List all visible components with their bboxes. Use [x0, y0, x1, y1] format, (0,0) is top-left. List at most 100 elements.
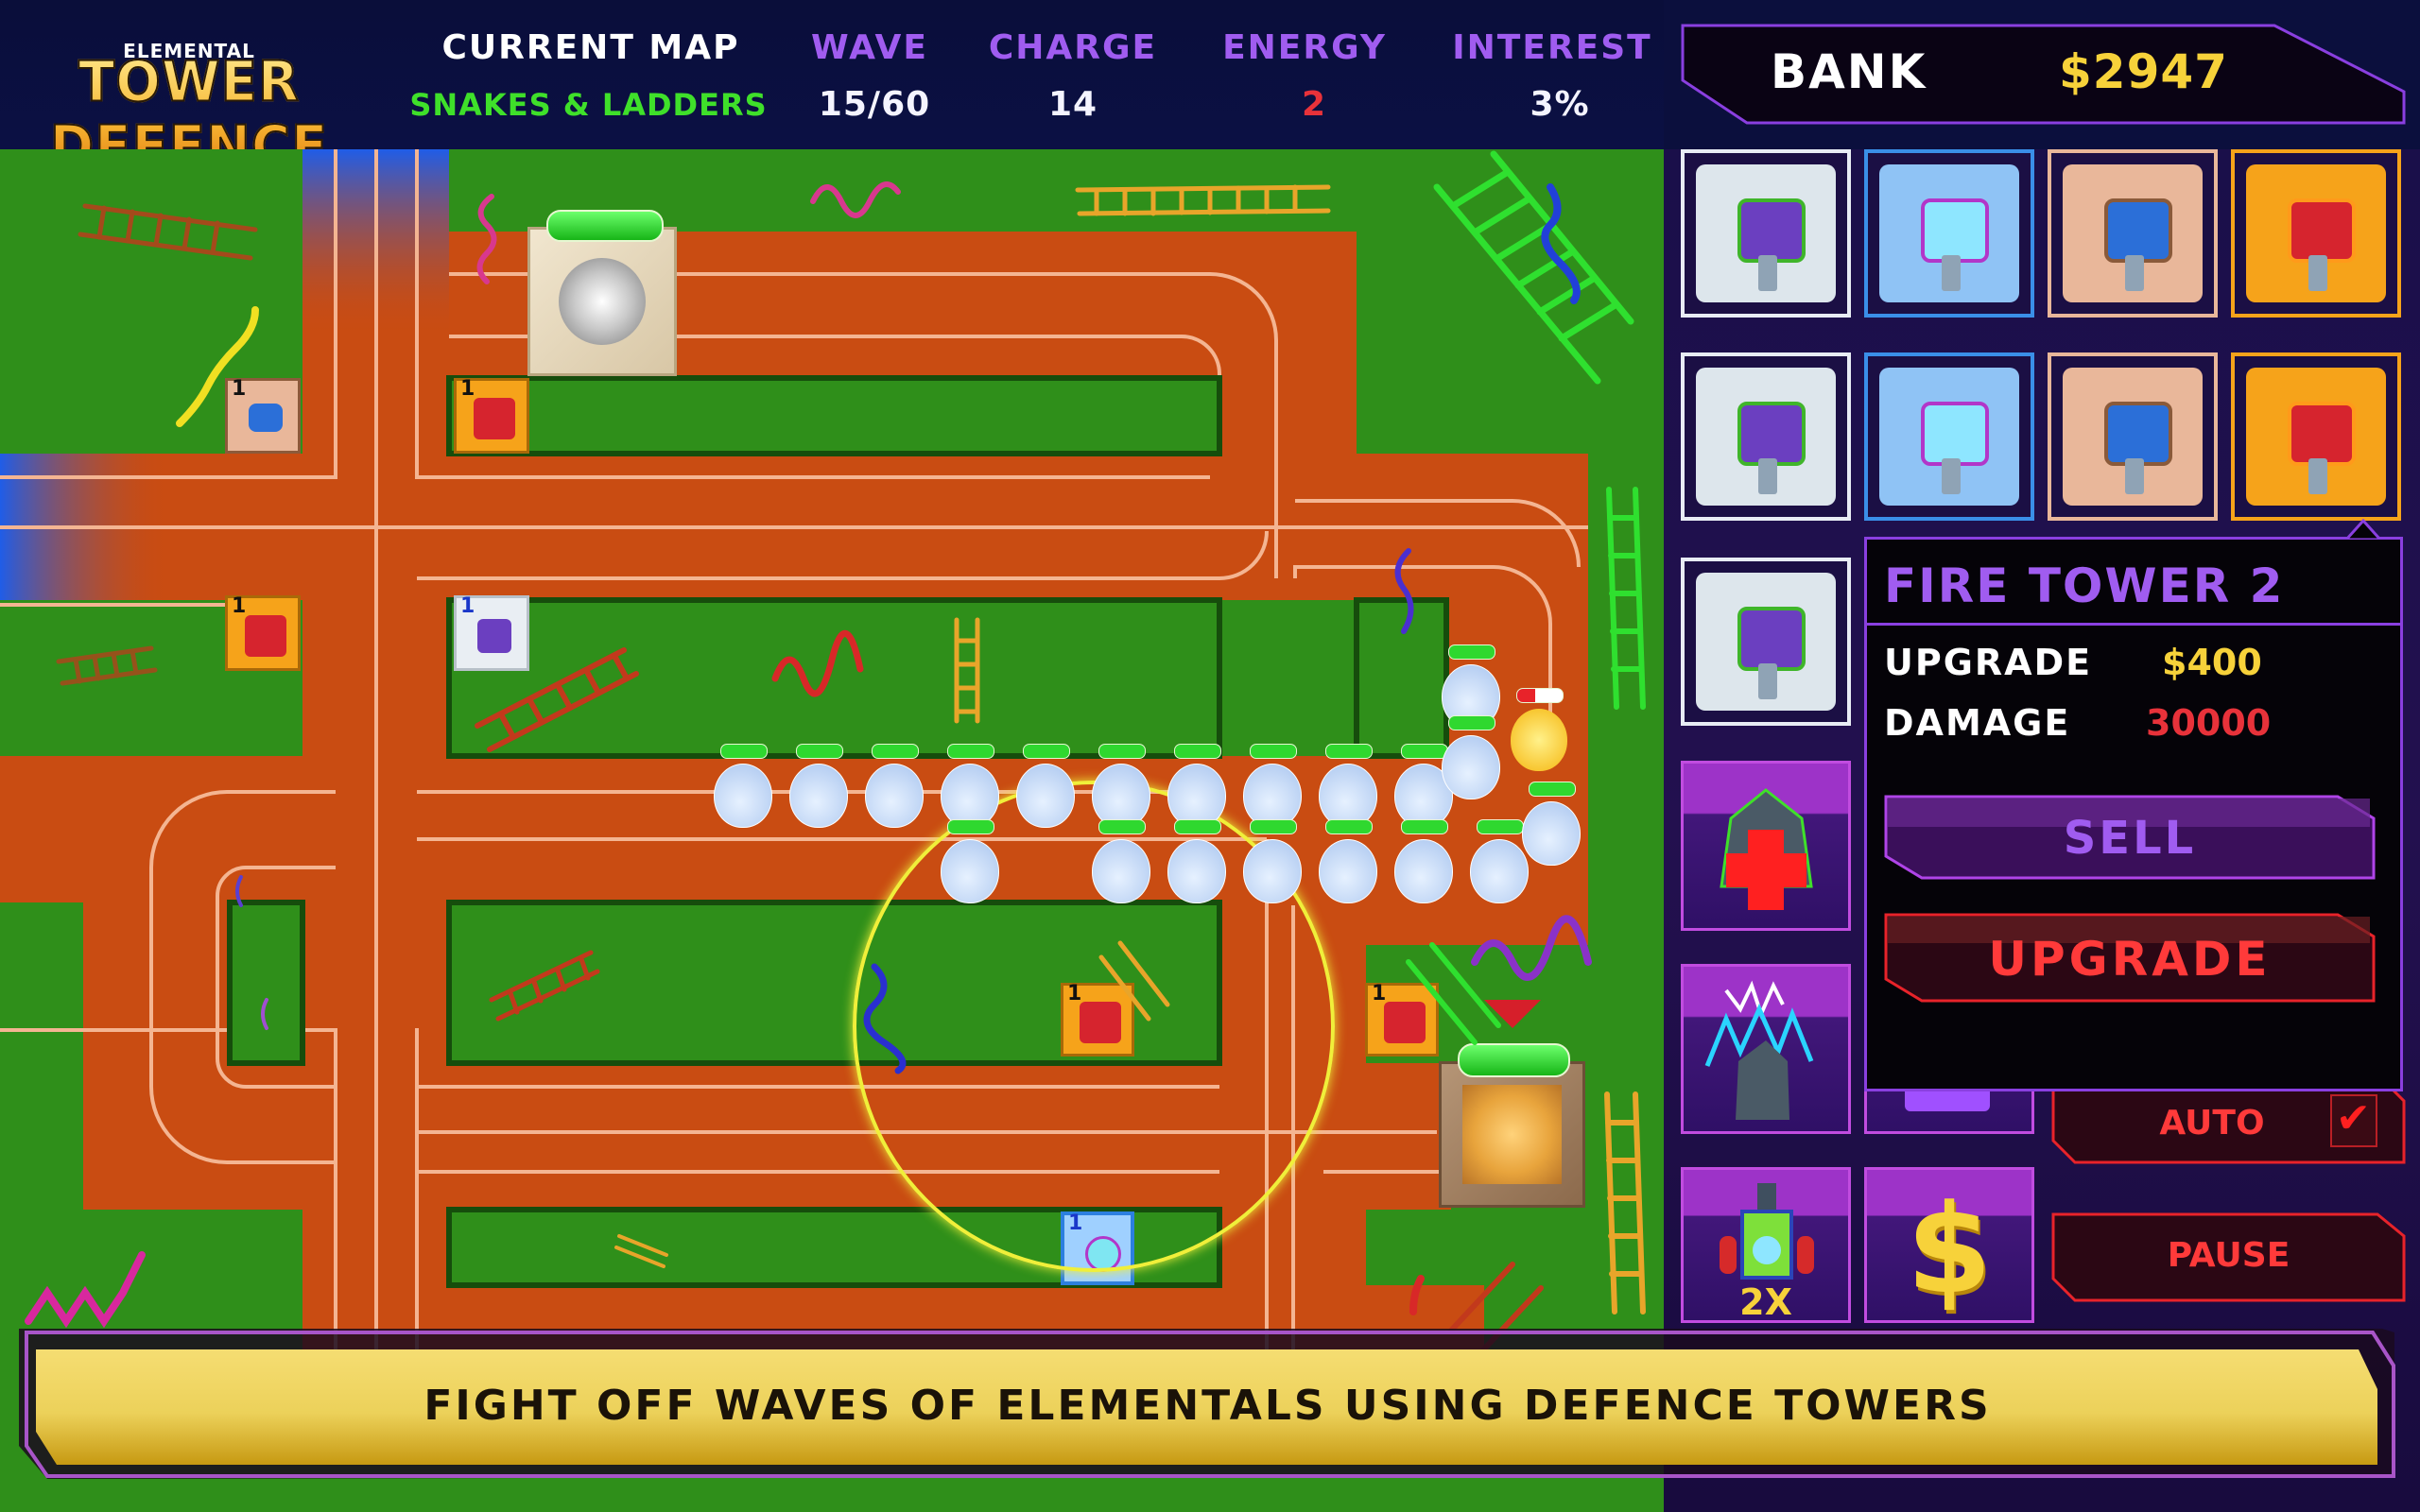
vortex-icon: [559, 258, 646, 345]
charge-value: 14: [1047, 85, 1098, 124]
bank-value: $2947: [2059, 44, 2228, 99]
auto-label: AUTO: [2159, 1104, 2265, 1143]
tower-base: [1879, 164, 2019, 302]
enemy-health-bar: [1325, 744, 1373, 759]
tower-shop-fire-1[interactable]: [2231, 149, 2401, 318]
fire-cannon-icon: [245, 615, 286, 657]
upgrade-cost-label: UPGRADE: [1884, 642, 2093, 683]
lightning-powerup[interactable]: [1681, 964, 1851, 1134]
enemy-health-bar: [1529, 782, 1576, 797]
water-elemental-enemy: [789, 744, 848, 828]
water-elemental-enemy: [1319, 744, 1377, 828]
cannon-barrel: [1942, 255, 1961, 291]
base-marker-chevron-icon: [1484, 1000, 1541, 1028]
tower-shop-earth-2[interactable]: [2048, 352, 2218, 521]
water-elemental-enemy: [1092, 744, 1150, 828]
banner-text: FIGHT OFF WAVES OF ELEMENTALS USING DEFE…: [424, 1382, 1992, 1430]
fire-tower-icon: [2288, 198, 2356, 263]
cannon-barrel: [2308, 255, 2327, 291]
water-elemental-enemy: [1442, 715, 1500, 799]
enemy-health-bar: [1401, 819, 1448, 834]
enemy-health-bar: [1023, 744, 1070, 759]
water-elemental-enemy: [1470, 819, 1529, 903]
earth-cannon-icon: [249, 404, 283, 432]
wind-tower-icon: [1737, 198, 1806, 263]
tower-level: 1: [460, 377, 475, 401]
wave-value: 15/60: [818, 85, 931, 124]
base-health-bar: [1458, 1043, 1570, 1077]
damage-value: 30000: [2146, 702, 2272, 744]
heal-base-powerup[interactable]: [1681, 761, 1851, 931]
cannon-barrel: [1942, 458, 1961, 494]
tooltip-title: FIRE TOWER 2: [1884, 558, 2285, 613]
double-speed-powerup[interactable]: 2X: [1681, 1167, 1851, 1323]
tower-shop-wind-3[interactable]: [1681, 558, 1851, 726]
enemy-health-bar: [796, 744, 843, 759]
enemy-health-bar: [1448, 715, 1495, 730]
tower-level: 1: [1372, 982, 1387, 1005]
dollar-icon: $: [1906, 1177, 1993, 1321]
interest-label: INTEREST: [1452, 28, 1652, 67]
tower-shop-wind-2[interactable]: [1681, 352, 1851, 521]
upgrade-button[interactable]: UPGRADE: [1884, 913, 2376, 1003]
crater-icon: [1462, 1085, 1562, 1184]
enemy-health-bar: [1174, 819, 1221, 834]
pause-label: PAUSE: [2167, 1236, 2290, 1275]
placed-fire-tower[interactable]: 1: [1365, 982, 1439, 1057]
track-surface: [0, 149, 1588, 1370]
auto-wave-toggle[interactable]: AUTO ✔: [2051, 1087, 2406, 1164]
game-map[interactable]: 1 1 1 1 1 1 1: [0, 149, 1664, 1512]
cannon-barrel: [1758, 663, 1777, 699]
tower-base: [1696, 164, 1836, 302]
double-speed-label: 2X: [1739, 1281, 1792, 1323]
placed-earth-tower[interactable]: 1: [225, 377, 301, 454]
crystal-lightning-icon: [1704, 980, 1814, 1120]
auto-checkbox[interactable]: ✔: [2330, 1094, 2377, 1147]
placed-fire-tower[interactable]: 1: [225, 594, 301, 671]
tower-shop-earth-1[interactable]: [2048, 149, 2218, 318]
enemy-health-bar: [1401, 744, 1448, 759]
sell-button[interactable]: SELL: [1884, 795, 2376, 880]
enemy-health-bar: [947, 744, 994, 759]
enemy-health-bar: [1516, 688, 1564, 703]
energy-label: ENERGY: [1222, 28, 1387, 67]
damage-label: DAMAGE: [1884, 702, 2071, 744]
enemy-health-bar: [1098, 819, 1146, 834]
tower-shop-water-2[interactable]: [1864, 352, 2034, 521]
enemy-health-bar: [1098, 744, 1146, 759]
placed-wind-tower[interactable]: 1: [454, 594, 529, 671]
hint-banner: FIGHT OFF WAVES OF ELEMENTALS USING DEFE…: [19, 1323, 2396, 1484]
current-map-label: CURRENT MAP: [441, 28, 740, 67]
cannon-barrel: [2125, 255, 2144, 291]
earth-tower-icon: [2104, 402, 2172, 466]
tower-shop-wind-1[interactable]: [1681, 149, 1851, 318]
bonus-cash-powerup[interactable]: $: [1864, 1167, 2034, 1323]
rocket-icon: [1720, 1183, 1814, 1280]
charge-label: CHARGE: [988, 28, 1158, 67]
energy-value: 2: [1301, 85, 1327, 124]
water-elemental-enemy: [941, 819, 999, 903]
water-tower-icon: [1921, 198, 1989, 263]
placed-fire-tower[interactable]: 1: [454, 377, 529, 454]
enemy-health-bar: [1448, 644, 1495, 660]
water-elemental-enemy: [1319, 819, 1377, 903]
sell-label: SELL: [2063, 812, 2197, 865]
tower-shop-fire-2[interactable]: [2231, 352, 2401, 521]
cannon-barrel: [1758, 458, 1777, 494]
pause-button[interactable]: PAUSE: [2051, 1212, 2406, 1302]
cannon-barrel: [2308, 458, 2327, 494]
tower-level: 1: [460, 594, 475, 618]
current-map-value: SNAKES & LADDERS: [409, 87, 768, 123]
water-elemental-enemy: [714, 744, 772, 828]
player-base: [1439, 1061, 1585, 1208]
tower-level: 1: [232, 594, 247, 618]
upgrade-cost-value: $400: [2162, 642, 2262, 683]
enemy-health-bar: [720, 744, 768, 759]
water-elemental-enemy: [1394, 819, 1453, 903]
tower-base: [1696, 368, 1836, 506]
wind-tower-icon: [1737, 607, 1806, 671]
enemy-health-bar: [1325, 819, 1373, 834]
water-elemental-enemy: [941, 744, 999, 828]
enemy-health-bar: [1174, 744, 1221, 759]
tower-shop-water-1[interactable]: [1864, 149, 2034, 318]
